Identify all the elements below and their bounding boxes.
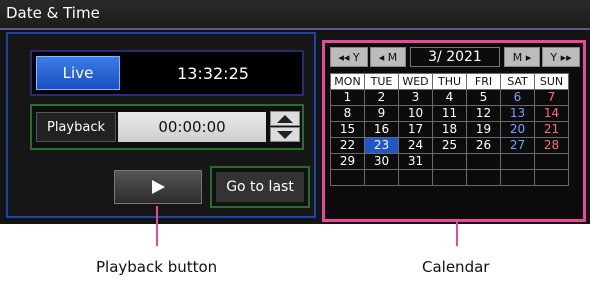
- calendar-empty-cell: [500, 169, 535, 186]
- next-year-button[interactable]: Y ▸▸: [542, 47, 580, 67]
- live-time: 13:32:25: [177, 63, 249, 83]
- calendar-day[interactable]: 1: [330, 89, 365, 106]
- calendar-nav: ◂◂ Y ◂ M 3/ 2021 M ▸ Y ▸▸: [330, 47, 580, 69]
- playback-button-leader: [156, 206, 158, 246]
- calendar-day[interactable]: 25: [432, 137, 467, 154]
- arrow-up-icon: [277, 114, 293, 123]
- calendar-day[interactable]: 17: [398, 121, 433, 138]
- weekday-header: SUN: [534, 73, 569, 90]
- playback-label: Playback: [36, 112, 116, 142]
- calendar-day[interactable]: 14: [534, 105, 569, 122]
- live-button[interactable]: Live: [36, 56, 120, 90]
- calendar-empty-cell: [330, 169, 365, 186]
- calendar-day[interactable]: 29: [330, 153, 365, 170]
- calendar-day[interactable]: 23: [364, 137, 399, 154]
- go-to-last-button[interactable]: Go to last: [210, 166, 310, 208]
- calendar-empty-cell: [364, 169, 399, 186]
- calendar-day[interactable]: 18: [432, 121, 467, 138]
- arrow-down-icon: [277, 130, 293, 139]
- month-year-label: 3/ 2021: [410, 47, 500, 67]
- decrement-button[interactable]: [270, 127, 300, 142]
- calendar-day[interactable]: 8: [330, 105, 365, 122]
- play-icon: [152, 180, 165, 194]
- calendar-day[interactable]: 20: [500, 121, 535, 138]
- weekday-header: SAT: [500, 73, 535, 90]
- playback-button[interactable]: [114, 170, 202, 204]
- calendar-day[interactable]: 15: [330, 121, 365, 138]
- calendar-empty-cell: [432, 153, 467, 170]
- calendar-day[interactable]: 11: [432, 105, 467, 122]
- live-row: Live 13:32:25: [30, 50, 304, 96]
- date-time-panel: Date & Time Live 13:32:25 Playback 00:00…: [0, 0, 590, 224]
- calendar-day[interactable]: 30: [364, 153, 399, 170]
- playback-time-field[interactable]: 00:00:00: [118, 112, 266, 142]
- calendar-day[interactable]: 5: [466, 89, 501, 106]
- calendar-empty-cell: [534, 169, 569, 186]
- prev-month-button[interactable]: ◂ M: [370, 47, 406, 67]
- calendar-day[interactable]: 9: [364, 105, 399, 122]
- calendar-week-row: 8 9 10 11 12 13 14: [330, 105, 569, 122]
- title-bar: Date & Time: [0, 0, 590, 30]
- weekday-header-row: MON TUE WED THU FRI SAT SUN: [330, 73, 569, 90]
- calendar-empty-cell: [398, 169, 433, 186]
- increment-button[interactable]: [270, 111, 300, 126]
- playback-button-caption: Playback button: [96, 258, 218, 276]
- calendar-day[interactable]: 27: [500, 137, 535, 154]
- calendar-day[interactable]: 3: [398, 89, 433, 106]
- weekday-header: THU: [432, 73, 467, 90]
- calendar-empty-cell: [500, 153, 535, 170]
- calendar-week-row: 29 30 31: [330, 153, 569, 170]
- calendar-week-row: [330, 169, 569, 186]
- calendar-day[interactable]: 6: [500, 89, 535, 106]
- calendar-day[interactable]: 16: [364, 121, 399, 138]
- window-title: Date & Time: [6, 4, 100, 22]
- calendar-day[interactable]: 7: [534, 89, 569, 106]
- calendar-day[interactable]: 10: [398, 105, 433, 122]
- prev-year-button[interactable]: ◂◂ Y: [330, 47, 368, 67]
- calendar-leader: [456, 222, 458, 246]
- calendar-day[interactable]: 26: [466, 137, 501, 154]
- weekday-header: FRI: [466, 73, 501, 90]
- calendar-day[interactable]: 22: [330, 137, 365, 154]
- calendar-day[interactable]: 24: [398, 137, 433, 154]
- calendar-empty-cell: [466, 169, 501, 186]
- calendar-day[interactable]: 21: [534, 121, 569, 138]
- next-month-button[interactable]: M ▸: [504, 47, 540, 67]
- calendar-day[interactable]: 4: [432, 89, 467, 106]
- calendar-day[interactable]: 13: [500, 105, 535, 122]
- weekday-header: TUE: [364, 73, 399, 90]
- weekday-header: MON: [330, 73, 365, 90]
- calendar-empty-cell: [432, 169, 467, 186]
- calendar-day[interactable]: 2: [364, 89, 399, 106]
- calendar-day[interactable]: 31: [398, 153, 433, 170]
- calendar-week-row: 22 23 24 25 26 27 28: [330, 137, 569, 154]
- weekday-header: WED: [398, 73, 433, 90]
- calendar-caption: Calendar: [422, 258, 490, 276]
- calendar-week-row: 15 16 17 18 19 20 21: [330, 121, 569, 138]
- calendar-empty-cell: [534, 153, 569, 170]
- calendar-empty-cell: [466, 153, 501, 170]
- calendar-day[interactable]: 19: [466, 121, 501, 138]
- calendar-day[interactable]: 28: [534, 137, 569, 154]
- calendar-week-row: 1234567: [330, 89, 569, 106]
- playback-row: Playback 00:00:00: [30, 104, 304, 150]
- calendar: ◂◂ Y ◂ M 3/ 2021 M ▸ Y ▸▸ MON TUE WED TH…: [322, 40, 586, 222]
- calendar-grid: MON TUE WED THU FRI SAT SUN 1 2 3 4 5 6 7 8 9 10 1…: [330, 73, 569, 186]
- calendar-day[interactable]: 12: [466, 105, 501, 122]
- go-to-last-label: Go to last: [216, 172, 304, 202]
